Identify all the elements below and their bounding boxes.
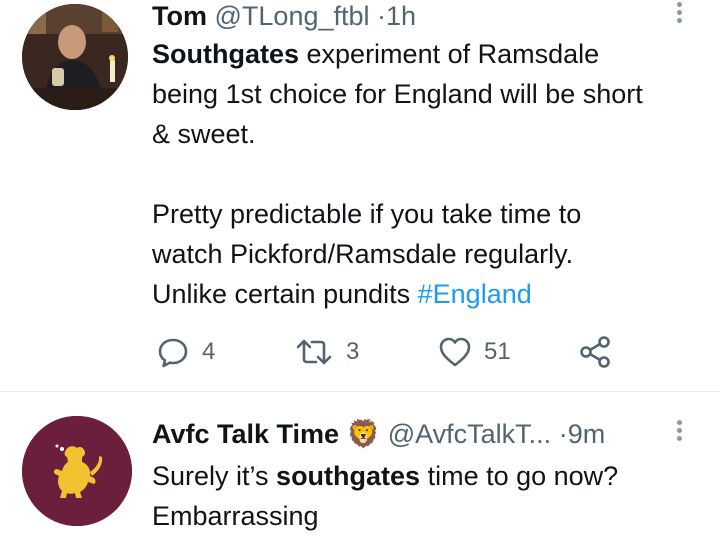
tweet-line: Southgates experiment of Ramsdale [152, 34, 712, 74]
retweet-count: 3 [346, 338, 360, 365]
mention-word: Southgates [152, 39, 300, 69]
mention-word: southgates [276, 461, 421, 491]
tweet-text: Southgates experiment of Ramsdale being … [152, 34, 712, 314]
reply-icon [158, 338, 188, 368]
share-button[interactable] [578, 334, 612, 370]
like-icon [439, 337, 471, 367]
display-name[interactable]: Avfc Talk Time [152, 419, 339, 449]
timestamp[interactable]: 9m [568, 419, 606, 449]
tweet-line: Unlike certain pundits #England [152, 274, 712, 314]
more-options-icon[interactable] [676, 2, 684, 26]
share-icon [580, 336, 610, 368]
tweet-line: watch Pickford/Ramsdale regularly. [152, 239, 574, 269]
tweet-line: & sweet. [152, 119, 256, 149]
hashtag-link[interactable]: #England [418, 279, 532, 309]
like-button[interactable]: 51 [438, 334, 511, 370]
tweet-line: Embarrassing [152, 501, 319, 531]
tweet[interactable]: Tom @TLong_ftbl ·1h Southgates experimen… [0, 0, 720, 392]
line-text: experiment of Ramsdale [299, 39, 600, 69]
avatar-photo-icon [22, 4, 128, 110]
lion-emoji-icon: 🦁 [346, 419, 381, 449]
tweet-divider [0, 391, 720, 392]
line-text: Surely it’s [152, 461, 277, 491]
reply-count: 4 [202, 338, 216, 365]
reply-button[interactable]: 4 [156, 334, 215, 370]
separator-dot: · [558, 419, 568, 449]
display-name[interactable]: Tom [152, 1, 207, 31]
retweet-button[interactable]: 3 [294, 334, 359, 370]
avatar[interactable] [22, 4, 128, 110]
retweet-icon [296, 339, 332, 365]
tweet-header: Avfc Talk Time 🦁 @AvfcTalkT... ·9m [152, 418, 605, 450]
aston-villa-lion-crest-icon [22, 416, 132, 526]
separator-dot: · [377, 1, 387, 31]
user-handle[interactable]: @TLong_ftbl [215, 1, 370, 31]
user-handle[interactable]: @AvfcTalkT... [388, 419, 551, 449]
like-count: 51 [484, 338, 511, 365]
tweet-line: Surely it’s southgates time to go now? [152, 456, 712, 496]
tweet-text: Surely it’s southgates time to go now? E… [152, 456, 712, 536]
line-text: Unlike certain pundits [152, 279, 418, 309]
timestamp[interactable]: 1h [386, 1, 416, 31]
tweet-header: Tom @TLong_ftbl ·1h [152, 0, 416, 32]
more-options-icon[interactable] [676, 420, 684, 444]
tweet-line: being 1st choice for England will be sho… [152, 79, 643, 109]
tweet-line: Pretty predictable if you take time to [152, 199, 582, 229]
line-text: time to go now? [420, 461, 619, 491]
avatar[interactable] [22, 416, 132, 526]
